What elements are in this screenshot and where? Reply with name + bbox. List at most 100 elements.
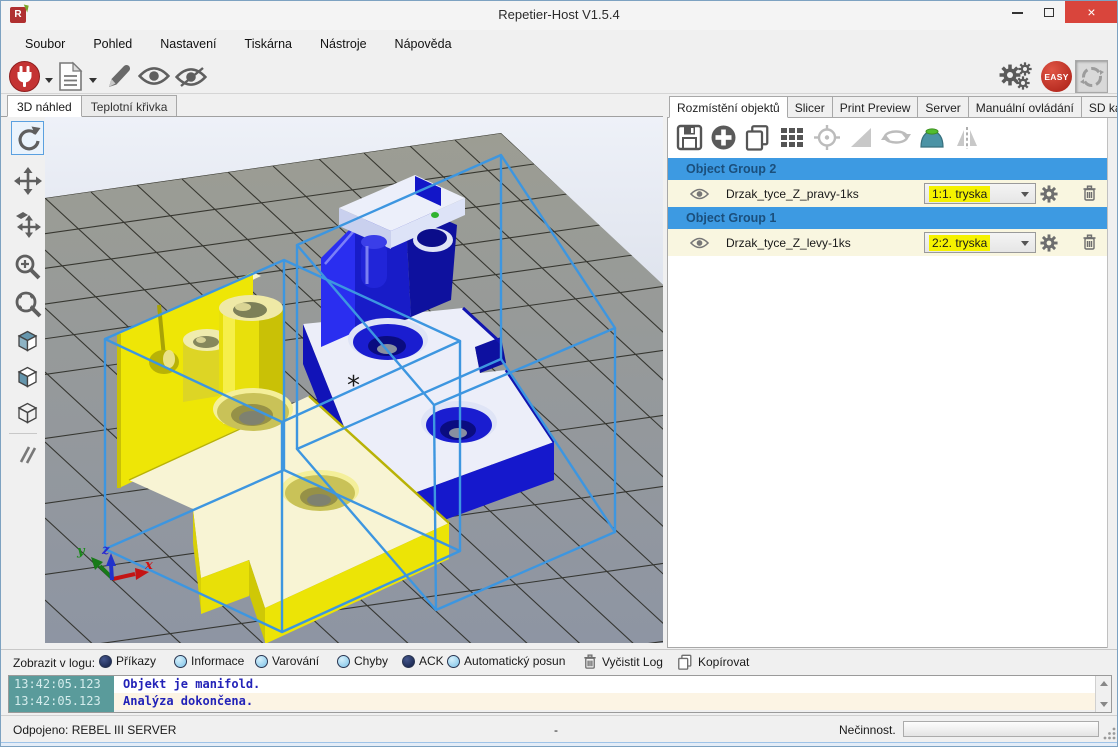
save-icon[interactable]: [676, 124, 703, 151]
toggle-label: Varování: [272, 654, 319, 668]
scene-3d: * x y z: [45, 117, 663, 643]
visibility-eye-icon[interactable]: [690, 188, 709, 203]
connect-dropdown[interactable]: [45, 72, 53, 86]
menu-napoveda[interactable]: Nápověda: [381, 30, 466, 58]
view-tool-column: [1, 117, 45, 648]
toggle-errors[interactable]: Chyby: [337, 654, 388, 668]
x-axis-label: x: [144, 558, 153, 573]
maximize-button[interactable]: [1033, 1, 1065, 23]
tab-server[interactable]: Server: [918, 96, 968, 118]
visibility-eye-icon[interactable]: [690, 237, 709, 252]
emergency-stop-icon: [1079, 64, 1105, 90]
rotate-object-icon[interactable]: [881, 124, 911, 151]
load-dropdown[interactable]: [89, 72, 97, 86]
object-row[interactable]: Drzak_tyce_Z_pravy-1ks 1:1. tryska: [668, 180, 1107, 207]
parallel-projection-button[interactable]: [11, 437, 44, 471]
log-toolbar: Zobrazit v logu: Příkazy Informace Varov…: [1, 649, 1117, 675]
minimize-button[interactable]: [1001, 1, 1033, 23]
toggle-warnings[interactable]: Varování: [255, 654, 319, 668]
copy-icon: [677, 654, 693, 670]
close-icon: ×: [1087, 4, 1095, 20]
menu-soubor[interactable]: Soubor: [11, 30, 79, 58]
zoom-button[interactable]: [11, 250, 44, 284]
add-object-icon[interactable]: [710, 124, 737, 151]
log-output[interactable]: 13:42:05.123 13:42:05.123 Objekt je mani…: [8, 675, 1112, 713]
delete-object-button[interactable]: [1082, 185, 1097, 205]
isometric-view-button[interactable]: [11, 323, 44, 357]
parallel-projection-icon: [14, 441, 41, 468]
log-timestamp: 13:42:05.123: [9, 676, 114, 693]
object-group-header[interactable]: Object Group 2: [668, 158, 1107, 180]
tab-slicer[interactable]: Slicer: [788, 96, 833, 118]
easy-mode-button[interactable]: EASY: [1041, 61, 1072, 92]
menu-bar: Soubor Pohled Nastavení Tiskárna Nástroj…: [1, 30, 1117, 58]
trash-icon: [583, 654, 597, 670]
rotate-view-button[interactable]: [11, 121, 44, 155]
toggle-ack[interactable]: ACK: [402, 654, 444, 668]
log-scrollbar[interactable]: [1095, 676, 1111, 712]
object-group-header[interactable]: Object Group 1: [668, 207, 1107, 229]
edit-gcode-button[interactable]: [104, 61, 134, 94]
toggle-commands[interactable]: Příkazy: [99, 654, 156, 668]
copy-log-button[interactable]: Kopírovat: [677, 654, 749, 670]
main-toolbar: EASY: [1, 58, 1117, 94]
move-object-button[interactable]: [11, 207, 44, 241]
tab-manual-control[interactable]: Manuální ovládání: [969, 96, 1082, 118]
load-button[interactable]: [57, 61, 85, 95]
viewport-3d[interactable]: * x y z: [45, 117, 663, 643]
toggle-ball-icon: [402, 655, 415, 668]
menu-nastroje[interactable]: Nástroje: [306, 30, 381, 58]
extruder-select[interactable]: 2:2. tryska: [924, 232, 1036, 253]
extruder-select[interactable]: 1:1. tryska: [924, 183, 1036, 204]
toggle-label: ACK: [419, 654, 444, 668]
maximize-icon: [1044, 8, 1054, 17]
close-button[interactable]: ×: [1065, 1, 1118, 23]
toggle-autoscroll[interactable]: Automatický posun: [447, 654, 565, 668]
mirror-object-icon[interactable]: [953, 124, 981, 151]
minimize-icon: [1012, 10, 1023, 14]
connect-button[interactable]: [9, 61, 40, 95]
settings-gears-icon: [999, 62, 1039, 92]
cut-object-icon[interactable]: [918, 124, 946, 151]
fit-view-button[interactable]: [11, 287, 44, 321]
tab-3d-preview[interactable]: 3D náhled: [7, 95, 82, 117]
toggle-ball-icon: [337, 655, 350, 668]
pan-view-button[interactable]: [11, 164, 44, 198]
scroll-up-icon[interactable]: [1100, 681, 1108, 686]
right-panel-tabs: Rozmístění objektů Slicer Print Preview …: [669, 96, 1118, 118]
resize-grip[interactable]: [1103, 727, 1117, 741]
object-list: Object Group 2 Drzak_tyce_Z_pravy-1ks 1:…: [668, 158, 1107, 256]
object-placement-panel: Object Group 2 Drzak_tyce_Z_pravy-1ks 1:…: [667, 117, 1107, 648]
object-settings-button[interactable]: [1040, 185, 1058, 206]
menu-nastaveni[interactable]: Nastavení: [146, 30, 230, 58]
autoposition-icon[interactable]: [778, 124, 806, 151]
object-settings-button[interactable]: [1040, 234, 1058, 255]
center-object-icon[interactable]: [813, 124, 841, 151]
menu-tiskarna[interactable]: Tiskárna: [231, 30, 306, 58]
copy-object-icon[interactable]: [744, 124, 771, 151]
tab-sd-card[interactable]: SD karta: [1082, 96, 1118, 118]
title-bar: R Repetier-Host V1.5.4 ×: [1, 1, 1117, 30]
delete-object-button[interactable]: [1082, 234, 1097, 254]
chevron-down-icon: [1021, 192, 1029, 197]
object-row[interactable]: Drzak_tyce_Z_levy-1ks 2:2. tryska: [668, 229, 1107, 256]
tab-temp-curve[interactable]: Teplotní křivka: [82, 95, 178, 117]
toggle-ball-icon: [255, 655, 268, 668]
emergency-stop-button[interactable]: [1075, 60, 1108, 93]
scroll-down-icon[interactable]: [1100, 702, 1108, 707]
extruder-value: 2:2. tryska: [929, 235, 990, 251]
printer-settings-button[interactable]: [999, 62, 1039, 95]
perspective-view-button[interactable]: [11, 395, 44, 429]
menu-pohled[interactable]: Pohled: [79, 30, 146, 58]
scale-object-icon[interactable]: [848, 124, 874, 151]
toggle-info[interactable]: Informace: [174, 654, 244, 668]
rotate-view-icon: [14, 125, 41, 152]
front-view-button[interactable]: [11, 359, 44, 393]
show-travel-button[interactable]: [138, 66, 170, 89]
clear-log-button[interactable]: Vyčistit Log: [583, 654, 663, 670]
cursor-asterisk: *: [347, 371, 360, 401]
tab-object-placement[interactable]: Rozmístění objektů: [669, 96, 788, 118]
object-name: Drzak_tyce_Z_levy-1ks: [726, 236, 851, 250]
tab-print-preview[interactable]: Print Preview: [833, 96, 919, 118]
hide-filament-button[interactable]: [175, 66, 209, 91]
